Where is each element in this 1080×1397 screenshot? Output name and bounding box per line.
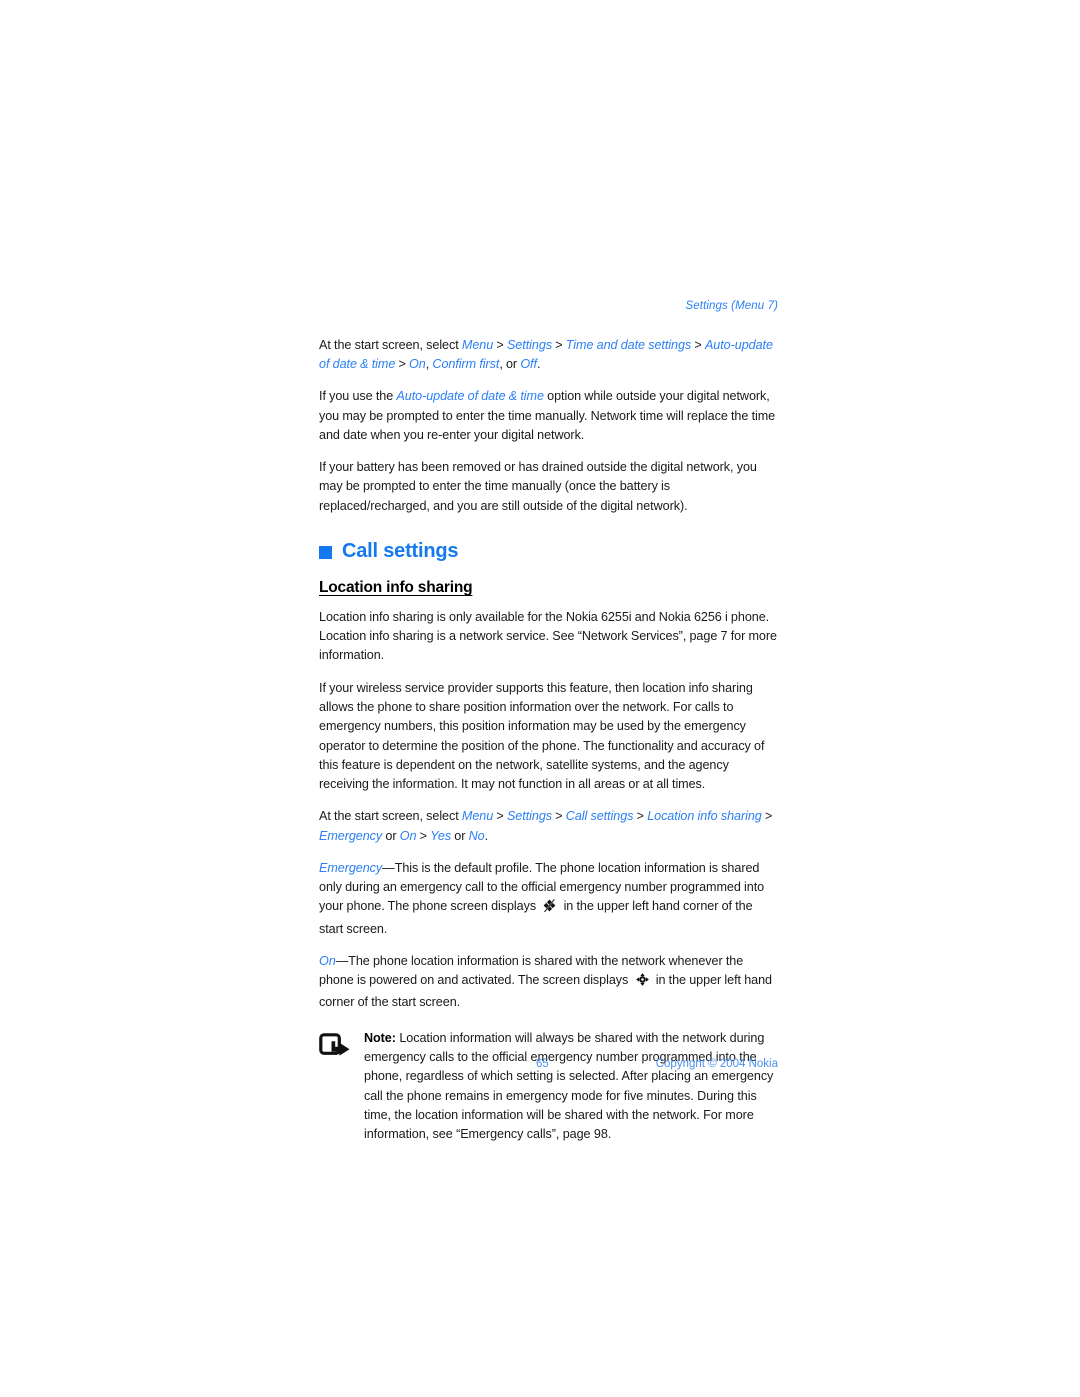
nav-confirm-first: Confirm first xyxy=(432,357,500,372)
nav-period: . xyxy=(536,357,541,372)
paragraph-location-path: At the start screen, select Menu > Setti… xyxy=(319,807,778,846)
note-callout: Note: Location information will always b… xyxy=(319,1029,778,1145)
paragraph-time-date-path: At the start screen, select Menu > Setti… xyxy=(319,336,778,375)
nav-off: Off xyxy=(520,357,537,372)
nav-location-info-sharing: Location info sharing xyxy=(647,809,762,824)
nav-emergency: Emergency xyxy=(319,828,383,843)
nav-separator: > xyxy=(761,809,773,824)
nav-separator: > xyxy=(633,809,648,824)
path-lead: At the start screen, select xyxy=(319,337,462,352)
term-on: On xyxy=(319,953,336,968)
nav-separator: > xyxy=(552,337,566,352)
nav-on: On xyxy=(409,357,426,372)
nav-auto-update-inline: Auto-update of date & time xyxy=(396,389,544,404)
nav-or: , or xyxy=(499,357,521,372)
nav-or: or xyxy=(382,828,400,843)
section-heading-location-info-sharing: Location info sharing xyxy=(319,578,473,596)
paragraph-auto-update-note: If you use the Auto-update of date & tim… xyxy=(319,387,778,445)
nav-menu: Menu xyxy=(461,809,494,824)
note-arrow-icon xyxy=(319,1029,364,1145)
note-label: Note: xyxy=(364,1030,396,1045)
location-sharing-on-icon xyxy=(635,972,650,993)
chapter-heading-call-settings: Call settings xyxy=(319,540,778,563)
location-sharing-off-icon xyxy=(542,898,557,919)
running-head: Settings (Menu 7) xyxy=(685,300,778,312)
nav-separator: > xyxy=(493,337,507,352)
chapter-heading-label: Call settings xyxy=(342,539,459,562)
page-content: Settings (Menu 7) At the start screen, s… xyxy=(319,300,778,1144)
path-lead: At the start screen, select xyxy=(319,809,462,824)
nav-separator: > xyxy=(416,828,431,843)
nav-on: On xyxy=(399,828,417,843)
nav-period: . xyxy=(484,828,489,843)
nav-or: or xyxy=(451,828,469,843)
nav-settings: Settings xyxy=(506,337,552,352)
nav-separator: > xyxy=(493,809,507,824)
para2-lead: If you use the xyxy=(319,389,397,404)
nav-yes: Yes xyxy=(430,828,452,843)
document-page: Settings (Menu 7) At the start screen, s… xyxy=(0,0,1080,1397)
note-content: Location information will always be shar… xyxy=(364,1030,774,1142)
page-number: 65 xyxy=(536,1058,549,1070)
paragraph-feature-description: If your wireless service provider suppor… xyxy=(319,680,765,792)
nav-separator: > xyxy=(691,337,705,352)
square-bullet-icon xyxy=(319,545,332,559)
nav-separator: > xyxy=(552,809,566,824)
paragraph-on-profile: On—The phone location information is sha… xyxy=(319,952,778,1013)
nav-no: No xyxy=(468,828,485,843)
page-footer: 65 Copyright © 2004 Nokia xyxy=(319,1058,778,1078)
nav-separator: > xyxy=(395,357,410,372)
copyright-notice: Copyright © 2004 Nokia xyxy=(655,1058,778,1070)
paragraph-emergency-profile: Emergency—This is the default profile. T… xyxy=(319,859,778,939)
term-emergency: Emergency xyxy=(319,860,383,875)
nav-time-and-date-settings: Time and date settings xyxy=(565,337,692,352)
paragraph-availability: Location info sharing is only available … xyxy=(319,609,777,663)
nav-menu: Menu xyxy=(461,337,494,352)
nav-call-settings: Call settings xyxy=(565,809,634,824)
nav-settings: Settings xyxy=(506,809,552,824)
paragraph-battery-removed: If your battery has been removed or has … xyxy=(319,460,757,513)
note-text: Note: Location information will always b… xyxy=(364,1029,778,1145)
